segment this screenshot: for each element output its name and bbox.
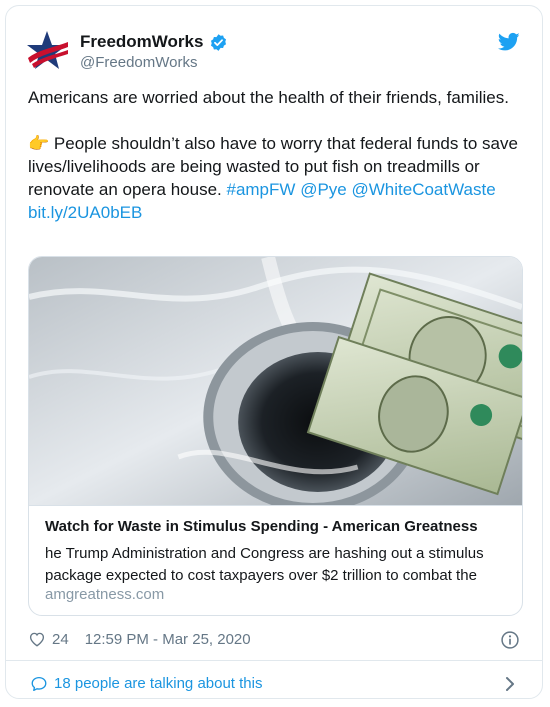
conversation-count-text[interactable]: 18 people are talking about this <box>54 675 262 692</box>
mention-pye-link[interactable]: @Pye <box>300 180 347 199</box>
tweet-text: Americans are worried about the health o… <box>28 86 523 224</box>
chevron-right-icon[interactable] <box>504 675 516 693</box>
heart-icon[interactable] <box>28 630 46 648</box>
twitter-bird-icon[interactable] <box>498 32 520 52</box>
link-preview-image[interactable] <box>29 257 522 505</box>
link-preview-card[interactable]: Watch for Waste in Stimulus Spending - A… <box>28 256 523 616</box>
pointing-hand-emoji: 👉 <box>28 134 50 153</box>
info-icon[interactable] <box>500 630 520 650</box>
link-preview-description: he Trump Administration and Congress are… <box>45 545 484 584</box>
tweet-line-1: Americans are worried about the health o… <box>28 88 509 107</box>
shortened-url-link[interactable]: bit.ly/2UA0bEB <box>28 203 142 222</box>
mention-whitecoatwaste-link[interactable]: @WhiteCoatWaste <box>351 180 495 199</box>
tweet-paragraph-2: 👉 People shouldn’t also have to worry th… <box>28 132 523 224</box>
tweet-meta: 24 12:59 PM - Mar 25, 2020 <box>28 630 251 648</box>
chat-bubble-icon <box>31 676 47 692</box>
tweet-header: FreedomWorks @FreedomWorks <box>6 6 542 86</box>
tweet-card: FreedomWorks @FreedomWorks Americans are… <box>5 5 543 699</box>
account-handle[interactable]: @FreedomWorks <box>80 54 197 71</box>
like-count[interactable]: 24 <box>52 631 69 648</box>
link-preview-body[interactable]: Watch for Waste in Stimulus Spending - A… <box>29 505 522 615</box>
hashtag-ampfw-link[interactable]: #ampFW <box>226 180 295 199</box>
conversation-footer[interactable]: 18 people are talking about this <box>6 661 542 699</box>
link-preview-title[interactable]: Watch for Waste in Stimulus Spending - A… <box>45 518 478 535</box>
display-name[interactable]: FreedomWorks <box>80 32 203 52</box>
name-row: FreedomWorks <box>80 32 228 52</box>
freedomworks-logo-avatar[interactable] <box>24 28 70 74</box>
timestamp[interactable]: 12:59 PM - Mar 25, 2020 <box>85 631 251 648</box>
link-preview-domain: amgreatness.com <box>45 586 165 603</box>
verified-badge-icon <box>211 33 227 51</box>
